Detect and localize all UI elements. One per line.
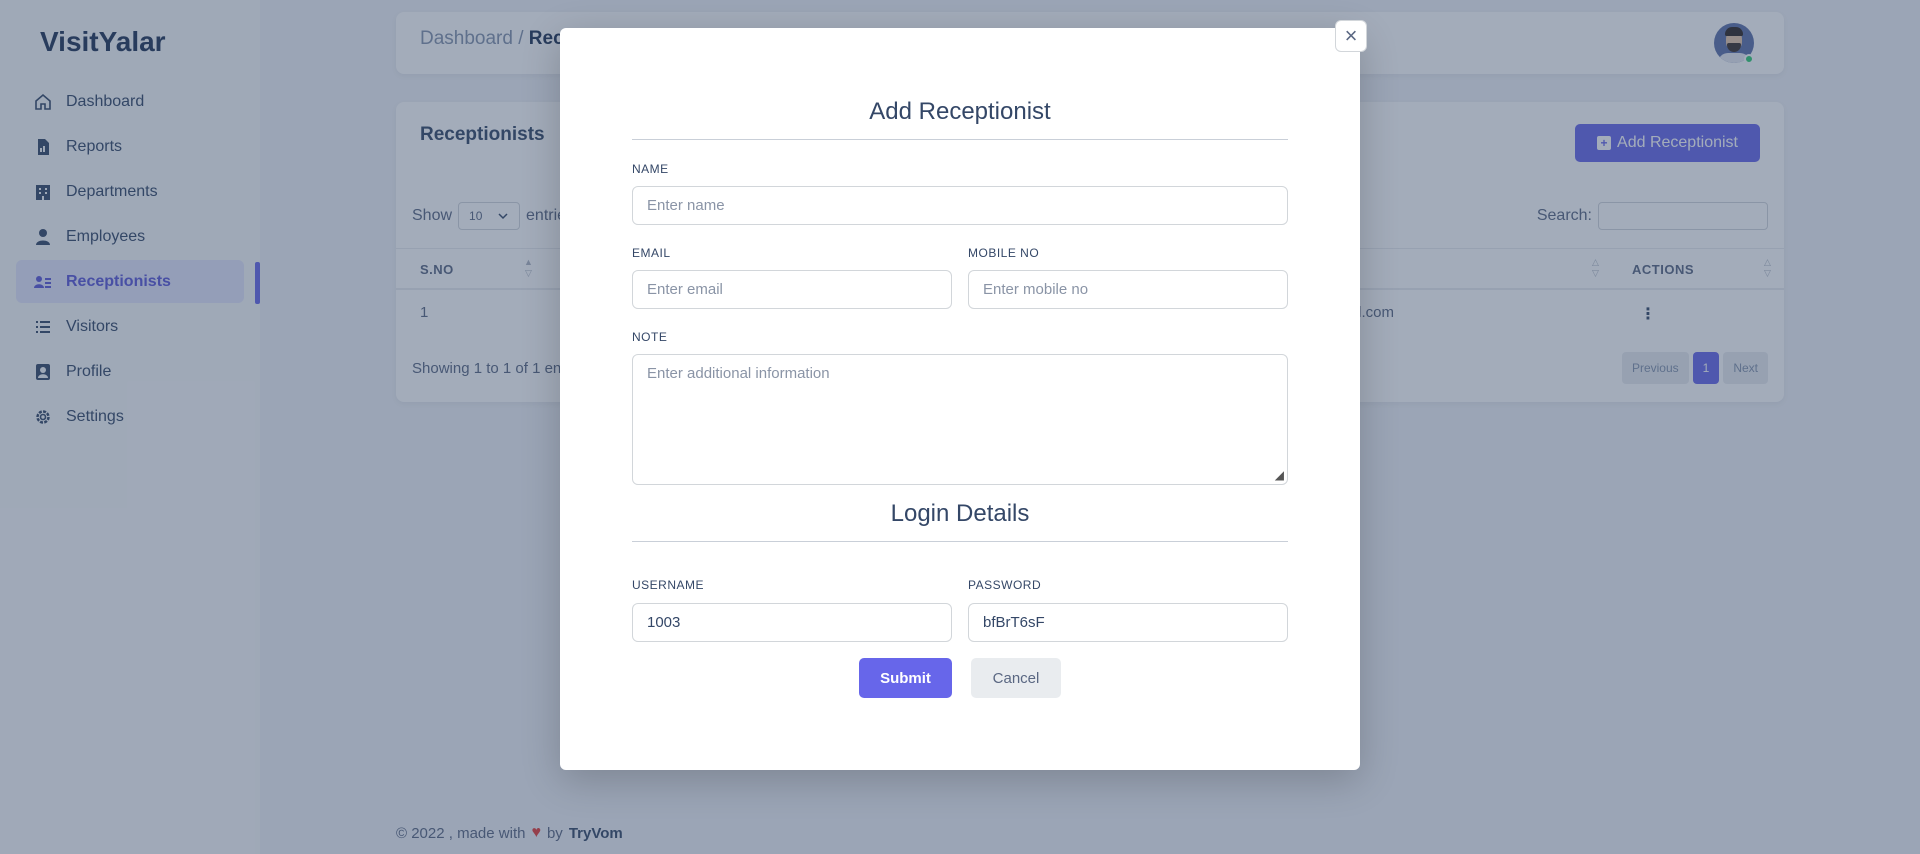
email-input[interactable]: Enter email: [632, 270, 952, 309]
cancel-button[interactable]: Cancel: [971, 658, 1061, 698]
resize-handle-icon[interactable]: ◢: [1275, 468, 1284, 482]
divider: [632, 139, 1288, 140]
password-label: PASSWORD: [968, 578, 1042, 592]
close-icon[interactable]: ×: [1335, 20, 1367, 52]
mobile-input[interactable]: Enter mobile no: [968, 270, 1288, 309]
submit-button[interactable]: Submit: [859, 658, 952, 698]
name-input[interactable]: Enter name: [632, 186, 1288, 225]
email-label: EMAIL: [632, 246, 671, 260]
note-label: NOTE: [632, 330, 668, 344]
modal-title: Add Receptionist: [869, 98, 1051, 125]
username-input[interactable]: 1003: [632, 603, 952, 642]
add-receptionist-modal: Add Receptionist NAME Enter name EMAIL E…: [560, 28, 1360, 770]
password-input[interactable]: bfBrT6sF: [968, 603, 1288, 642]
name-label: NAME: [632, 162, 669, 176]
note-placeholder: Enter additional information: [647, 365, 830, 382]
username-label: USERNAME: [632, 578, 705, 592]
note-textarea[interactable]: Enter additional information ◢: [632, 354, 1288, 485]
login-details-title: Login Details: [890, 500, 1030, 527]
divider: [632, 541, 1288, 542]
mobile-label: MOBILE NO: [968, 246, 1040, 260]
